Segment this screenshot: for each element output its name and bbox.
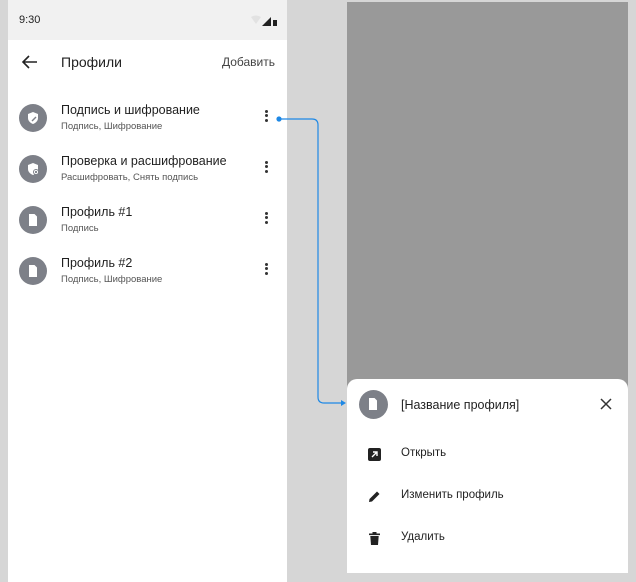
more-vert-icon[interactable] [258, 261, 274, 279]
list-item[interactable]: Проверка и расшифрование Расшифровать, С… [8, 147, 287, 198]
profile-title: Профиль #1 [61, 205, 133, 219]
profile-subtitle: Подпись, Шифрование [61, 121, 163, 132]
sheet-title: [Название профиля] [401, 398, 520, 412]
profile-subtitle: Подпись [61, 223, 99, 234]
bottom-sheet: [Название профиля] Открыть Изменить проф… [347, 379, 628, 573]
avatar [19, 257, 47, 285]
list-item[interactable]: Профиль #1 Подпись [8, 198, 287, 249]
profile-title: Подпись и шифрование [61, 103, 200, 117]
profile-subtitle: Подпись, Шифрование [61, 274, 163, 285]
shield-check-icon [28, 163, 39, 175]
add-profile-button[interactable]: Добавить [222, 55, 275, 69]
profiles-screen: 9:30 Профили Добавить Подпись и шифрован… [8, 0, 287, 582]
status-time: 9:30 [19, 14, 41, 26]
back-arrow-icon[interactable] [21, 53, 39, 71]
avatar [19, 155, 47, 183]
document-icon [29, 265, 37, 277]
page-title: Профили [61, 54, 122, 70]
status-icons [251, 15, 277, 26]
close-icon[interactable] [598, 396, 614, 412]
profiles-list: Подпись и шифрование Подпись, Шифрование… [8, 96, 287, 300]
document-icon [369, 398, 377, 410]
bottom-sheet-screen: [Название профиля] Открыть Изменить проф… [347, 2, 628, 573]
list-item[interactable]: Подпись и шифрование Подпись, Шифрование [8, 96, 287, 147]
open-external-icon [368, 448, 381, 461]
profile-title: Профиль #2 [61, 256, 133, 270]
delete-action[interactable]: Удалить [347, 522, 628, 556]
avatar [19, 104, 47, 132]
more-vert-icon[interactable] [258, 159, 274, 177]
app-bar: Профили Добавить [8, 40, 287, 84]
open-action[interactable]: Открыть [347, 438, 628, 472]
trash-icon [369, 532, 380, 545]
edit-profile-action[interactable]: Изменить профиль [347, 480, 628, 514]
delete-label: Удалить [401, 531, 445, 543]
edit-profile-label: Изменить профиль [401, 489, 504, 501]
avatar [19, 206, 47, 234]
profile-title: Проверка и расшифрование [61, 154, 227, 168]
list-item[interactable]: Профиль #2 Подпись, Шифрование [8, 249, 287, 300]
more-vert-icon[interactable] [258, 108, 274, 126]
edit-pencil-icon [369, 491, 380, 502]
profile-subtitle: Расшифровать, Снять подпись [61, 172, 199, 183]
open-label: Открыть [401, 447, 447, 459]
more-vert-icon[interactable] [258, 210, 274, 228]
avatar [359, 390, 388, 419]
shield-pen-icon [28, 112, 38, 124]
status-bar: 9:30 [8, 0, 287, 40]
document-icon [29, 214, 37, 226]
